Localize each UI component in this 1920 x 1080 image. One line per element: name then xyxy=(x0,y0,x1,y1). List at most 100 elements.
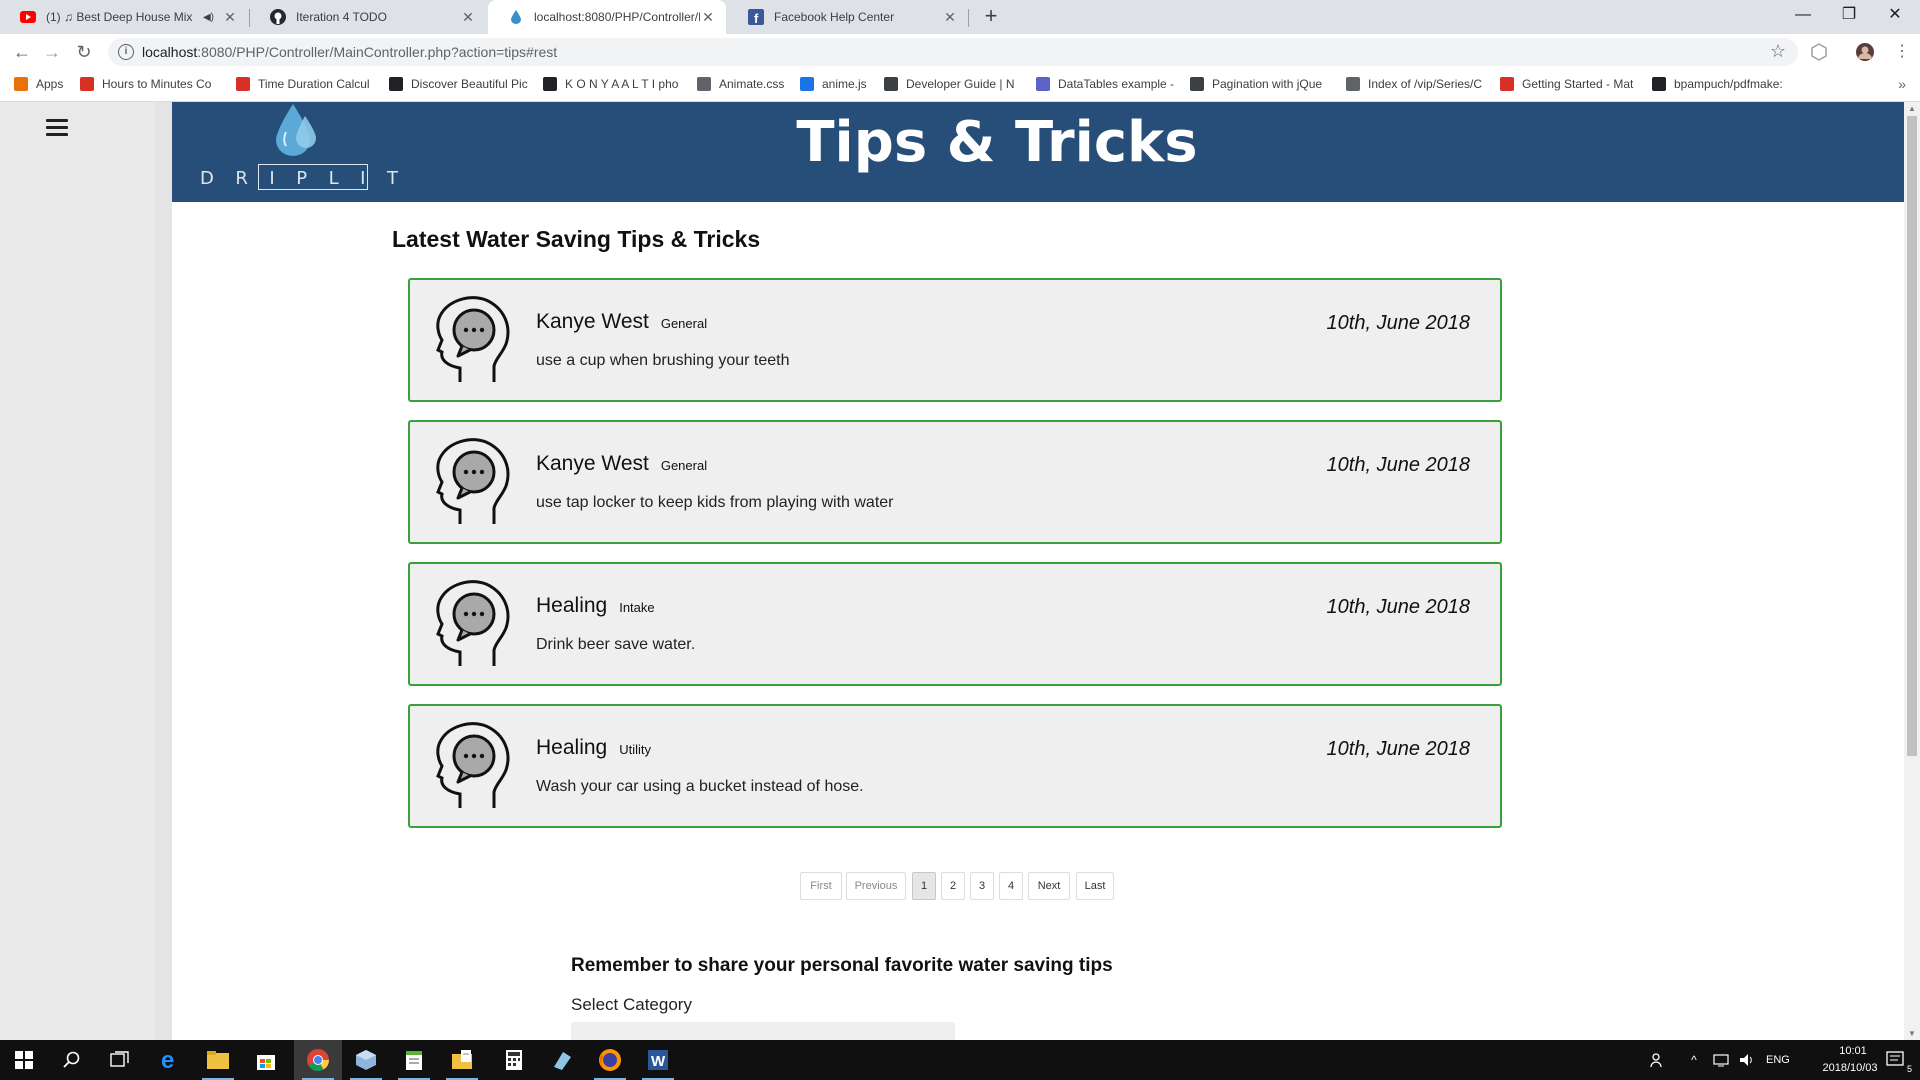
tab-localhost[interactable]: localhost:8080/PHP/Controller/M ✕ xyxy=(488,0,726,34)
scroll-up-icon[interactable]: ▲ xyxy=(1908,104,1916,113)
tip-author: Kanye West xyxy=(536,452,649,475)
audio-icon[interactable]: ◀) xyxy=(203,12,214,23)
close-icon[interactable]: ✕ xyxy=(700,9,716,26)
bookmark-item[interactable]: Hours to Minutes Co xyxy=(80,77,220,91)
store-icon[interactable] xyxy=(242,1040,290,1080)
forward-button[interactable]: → xyxy=(40,41,64,63)
tip-card: Kanye West General 10th, June 2018 use tap … xyxy=(408,420,1502,544)
app-icon[interactable] xyxy=(538,1040,586,1080)
page-2-button[interactable]: 2 xyxy=(941,872,965,900)
tip-category: General xyxy=(660,458,708,473)
side-panel xyxy=(0,102,172,1040)
back-button[interactable]: ← xyxy=(10,41,34,63)
svg-text:e: e xyxy=(161,1049,174,1071)
search-icon[interactable] xyxy=(48,1040,96,1080)
tab-separator xyxy=(968,9,969,27)
edge-icon[interactable]: e xyxy=(146,1040,194,1080)
box-icon[interactable] xyxy=(342,1040,390,1080)
menu-kebab-icon[interactable]: ⋮ xyxy=(1890,41,1914,63)
category-select[interactable] xyxy=(571,1022,955,1040)
bookmark-label: Getting Started - Mat xyxy=(1522,77,1634,91)
tray-chevron-icon[interactable]: ^ xyxy=(1682,1040,1706,1080)
bookmark-item[interactable]: Animate.css xyxy=(697,77,789,91)
windows-start-icon[interactable] xyxy=(0,1040,48,1080)
page-icon xyxy=(697,77,711,91)
bookmark-item[interactable]: DataTables example - xyxy=(1036,77,1178,91)
bookmark-label: Discover Beautiful Pic xyxy=(411,77,528,91)
code-icon xyxy=(884,77,898,91)
task-view-icon[interactable] xyxy=(96,1040,144,1080)
folder-app-icon[interactable] xyxy=(438,1040,486,1080)
profile-avatar[interactable] xyxy=(1856,43,1874,61)
scrollbar-thumb[interactable] xyxy=(1907,116,1917,756)
bookmark-label: Developer Guide | N xyxy=(906,77,1015,91)
bookmark-item[interactable]: Apps xyxy=(14,77,70,91)
last-page-button[interactable]: Last xyxy=(1076,872,1114,900)
tab-iteration-todo[interactable]: Iteration 4 TODO ✕ xyxy=(250,0,486,34)
bookmark-star-icon[interactable]: ☆ xyxy=(1770,41,1786,62)
close-icon[interactable]: ✕ xyxy=(222,9,238,26)
bookmark-label: K O N Y A A L T I pho xyxy=(565,77,679,91)
hamburger-menu-icon[interactable] xyxy=(46,119,68,136)
side-panel-scrollbar[interactable] xyxy=(155,102,172,1040)
bookmark-label: anime.js xyxy=(822,77,867,91)
volume-icon[interactable] xyxy=(1734,1040,1760,1080)
tab-facebook-help[interactable]: f Facebook Help Center ✕ xyxy=(728,0,968,34)
thinking-head-icon xyxy=(430,578,514,670)
bookmark-item[interactable]: Index of /vip/Series/C xyxy=(1346,77,1488,91)
tab-youtube[interactable]: (1) ♫ Best Deep House Mix 2 ◀) ✕ xyxy=(0,0,248,34)
firefox-icon[interactable] xyxy=(586,1040,634,1080)
tab-strip: (1) ♫ Best Deep House Mix 2 ◀) ✕ Iterati… xyxy=(0,0,1920,34)
close-icon[interactable]: ✕ xyxy=(942,9,958,26)
chrome-icon[interactable] xyxy=(294,1040,342,1080)
scroll-down-icon[interactable]: ▼ xyxy=(1908,1029,1916,1038)
browser-toolbar: ← → ↻ i localhost:8080/PHP/Controller/Ma… xyxy=(0,34,1920,70)
new-tab-button[interactable]: + xyxy=(978,4,1004,30)
file-explorer-icon[interactable] xyxy=(194,1040,242,1080)
people-icon[interactable] xyxy=(1640,1040,1676,1080)
bookmark-label: Time Duration Calcul xyxy=(258,77,370,91)
info-icon[interactable]: i xyxy=(118,44,134,60)
reload-button[interactable]: ↻ xyxy=(72,41,96,63)
tip-category: Utility xyxy=(619,742,651,757)
bookmarks-overflow-button[interactable]: » xyxy=(1898,76,1906,92)
language-indicator[interactable]: ENG xyxy=(1766,1054,1790,1066)
page-1-button[interactable]: 1 xyxy=(912,872,936,900)
bookmark-item[interactable]: Getting Started - Mat xyxy=(1500,77,1640,91)
tip-text: Wash your car using a bucket instead of … xyxy=(536,778,864,795)
bookmark-item[interactable]: K O N Y A A L T I pho xyxy=(543,77,685,91)
camera-icon xyxy=(389,77,403,91)
github-icon xyxy=(1652,77,1666,91)
tip-author-line: Healing Intake xyxy=(536,594,655,618)
next-page-button[interactable]: Next xyxy=(1028,872,1070,900)
tip-author-line: Healing Utility xyxy=(536,736,651,760)
camera-icon xyxy=(543,77,557,91)
close-window-button[interactable]: ✕ xyxy=(1872,0,1918,30)
bookmark-item[interactable]: bpampuch/pdfmake: xyxy=(1652,77,1802,91)
tip-date: 10th, June 2018 xyxy=(1326,312,1470,334)
bookmark-item[interactable]: anime.js xyxy=(800,77,874,91)
first-page-button[interactable]: First xyxy=(800,872,842,900)
page-4-button[interactable]: 4 xyxy=(999,872,1023,900)
url-rest: :8080/PHP/Controller/MainController.php?… xyxy=(197,44,558,60)
minimize-button[interactable]: — xyxy=(1780,0,1826,30)
word-icon[interactable]: W xyxy=(634,1040,682,1080)
notepad-icon[interactable] xyxy=(390,1040,438,1080)
bookmark-item[interactable]: Discover Beautiful Pic xyxy=(389,77,531,91)
page-scrollbar[interactable]: ▲ ▼ xyxy=(1904,102,1920,1040)
tip-text: Drink beer save water. xyxy=(536,636,696,653)
address-bar[interactable]: i localhost:8080/PHP/Controller/MainCont… xyxy=(108,38,1798,66)
notification-center-icon[interactable]: 5 xyxy=(1872,1040,1920,1080)
bookmark-item[interactable]: Time Duration Calcul xyxy=(236,77,376,91)
header-banner: D R I P L I T Tips & Tricks xyxy=(172,102,1904,202)
close-icon[interactable]: ✕ xyxy=(460,9,476,26)
page-3-button[interactable]: 3 xyxy=(970,872,994,900)
bookmark-label: Pagination with jQue xyxy=(1212,77,1323,91)
extension-icon[interactable] xyxy=(1810,43,1828,61)
restore-button[interactable]: ❐ xyxy=(1826,0,1872,30)
network-icon[interactable] xyxy=(1708,1040,1734,1080)
bookmark-item[interactable]: Developer Guide | N xyxy=(884,77,1024,91)
calculator-icon[interactable] xyxy=(490,1040,538,1080)
previous-page-button[interactable]: Previous xyxy=(846,872,906,900)
bookmark-item[interactable]: Pagination with jQue xyxy=(1190,77,1332,91)
